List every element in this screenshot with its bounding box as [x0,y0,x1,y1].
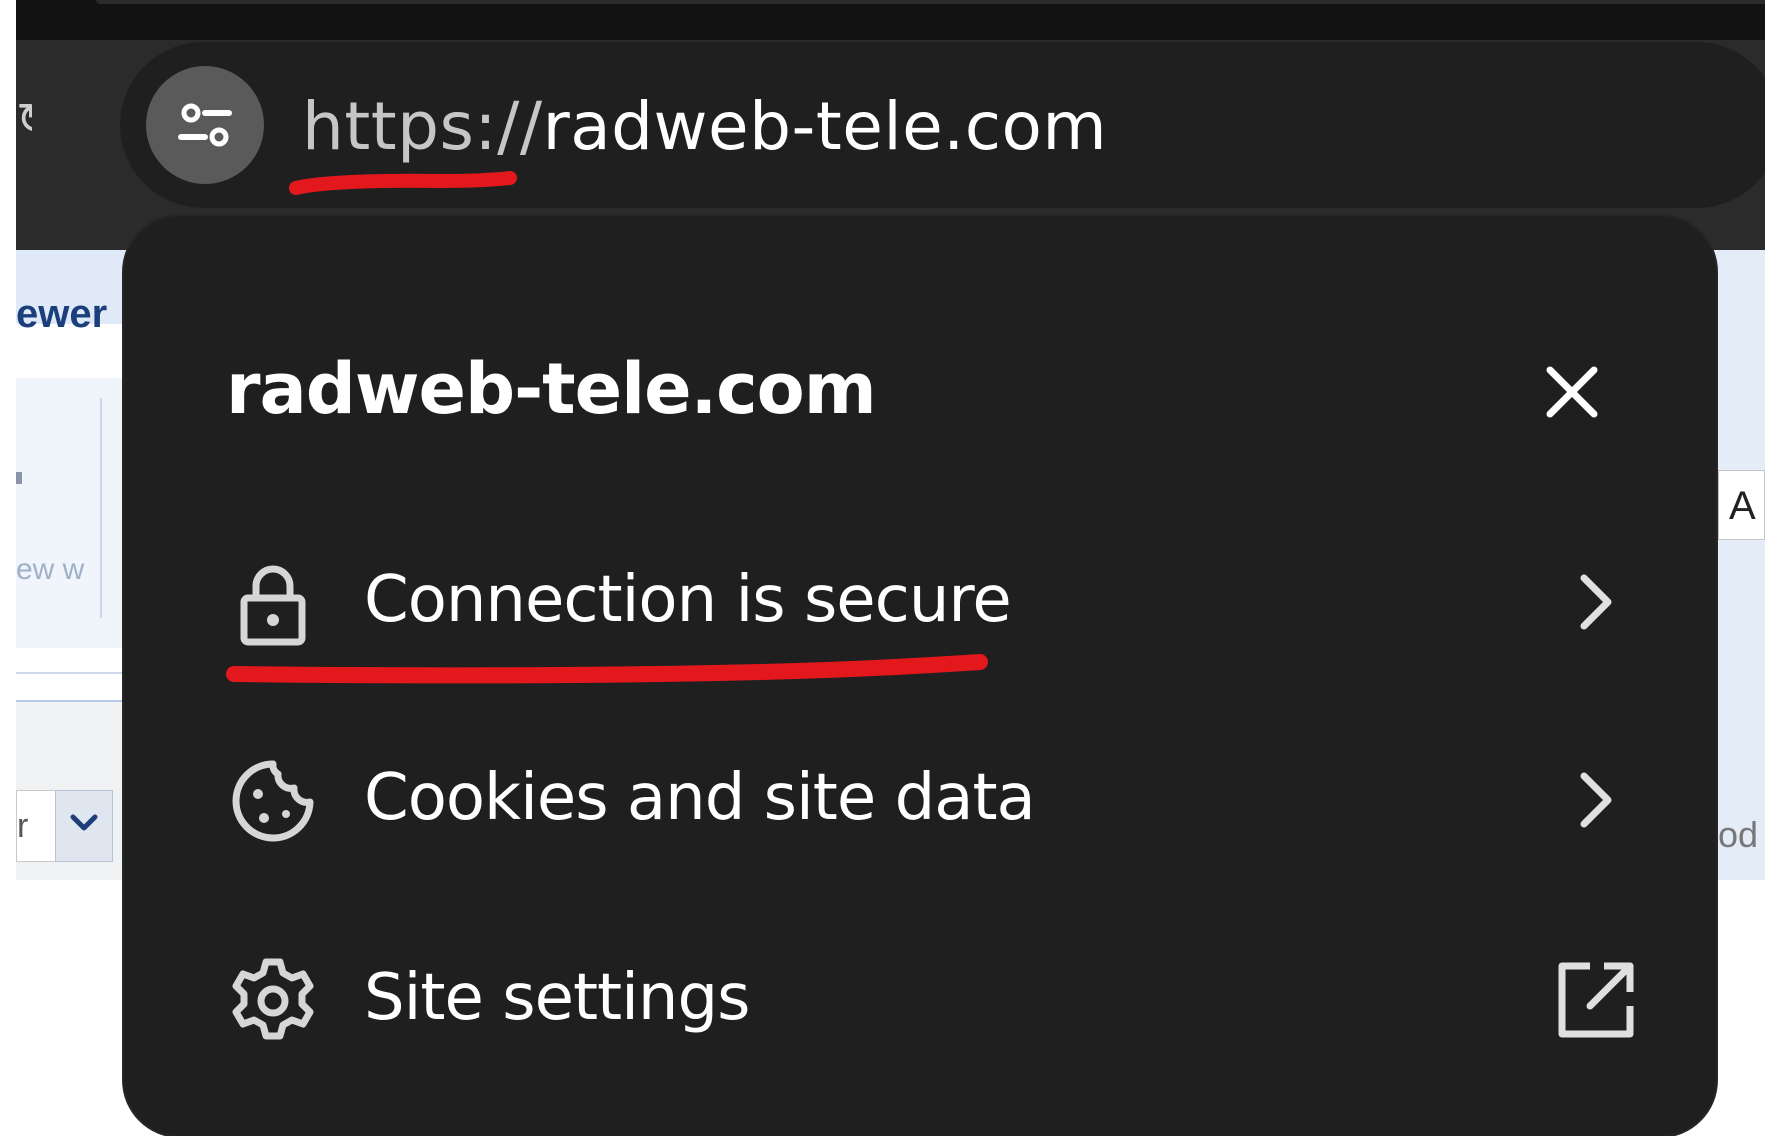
chevron-right-icon [1580,772,1612,828]
lock-icon [240,565,306,646]
connection-security-label: Connection is secure [364,563,1012,637]
page-right-text: od [1718,814,1759,855]
url-host: radweb-tele.com [542,88,1108,165]
cookies-label: Cookies and site data [364,761,1036,835]
cookie-icon [232,760,314,842]
open-in-new-icon [1558,962,1634,1038]
url-scheme: https:// [302,88,543,165]
popup-title: radweb-tele.com [226,348,877,430]
page-divider [100,398,102,618]
tune-icon [178,103,232,147]
chevron-down-icon [70,814,98,831]
left-edge [0,0,16,1126]
chevron-right-icon [1580,574,1612,630]
page-right-input[interactable]: A [1718,470,1765,540]
close-icon [1546,366,1598,418]
site-settings-item[interactable]: Site settings [124,898,1716,1098]
site-settings-label: Site settings [364,961,750,1035]
page-faded-text: ew w [16,553,85,586]
site-info-button[interactable] [146,66,264,184]
reload-icon[interactable]: ↻ [16,90,32,150]
cookies-item[interactable]: Cookies and site data [124,698,1716,898]
page-marker [16,472,22,484]
page-section-label: ewer [16,292,108,336]
page-dropdown-field[interactable]: r [16,790,56,862]
connection-security-item[interactable]: Connection is secure [124,500,1716,700]
gear-icon [232,958,314,1040]
url-text[interactable]: https://radweb-tele.com [302,82,1107,172]
page-dropdown-button[interactable] [55,790,113,862]
close-button[interactable] [1530,350,1614,434]
